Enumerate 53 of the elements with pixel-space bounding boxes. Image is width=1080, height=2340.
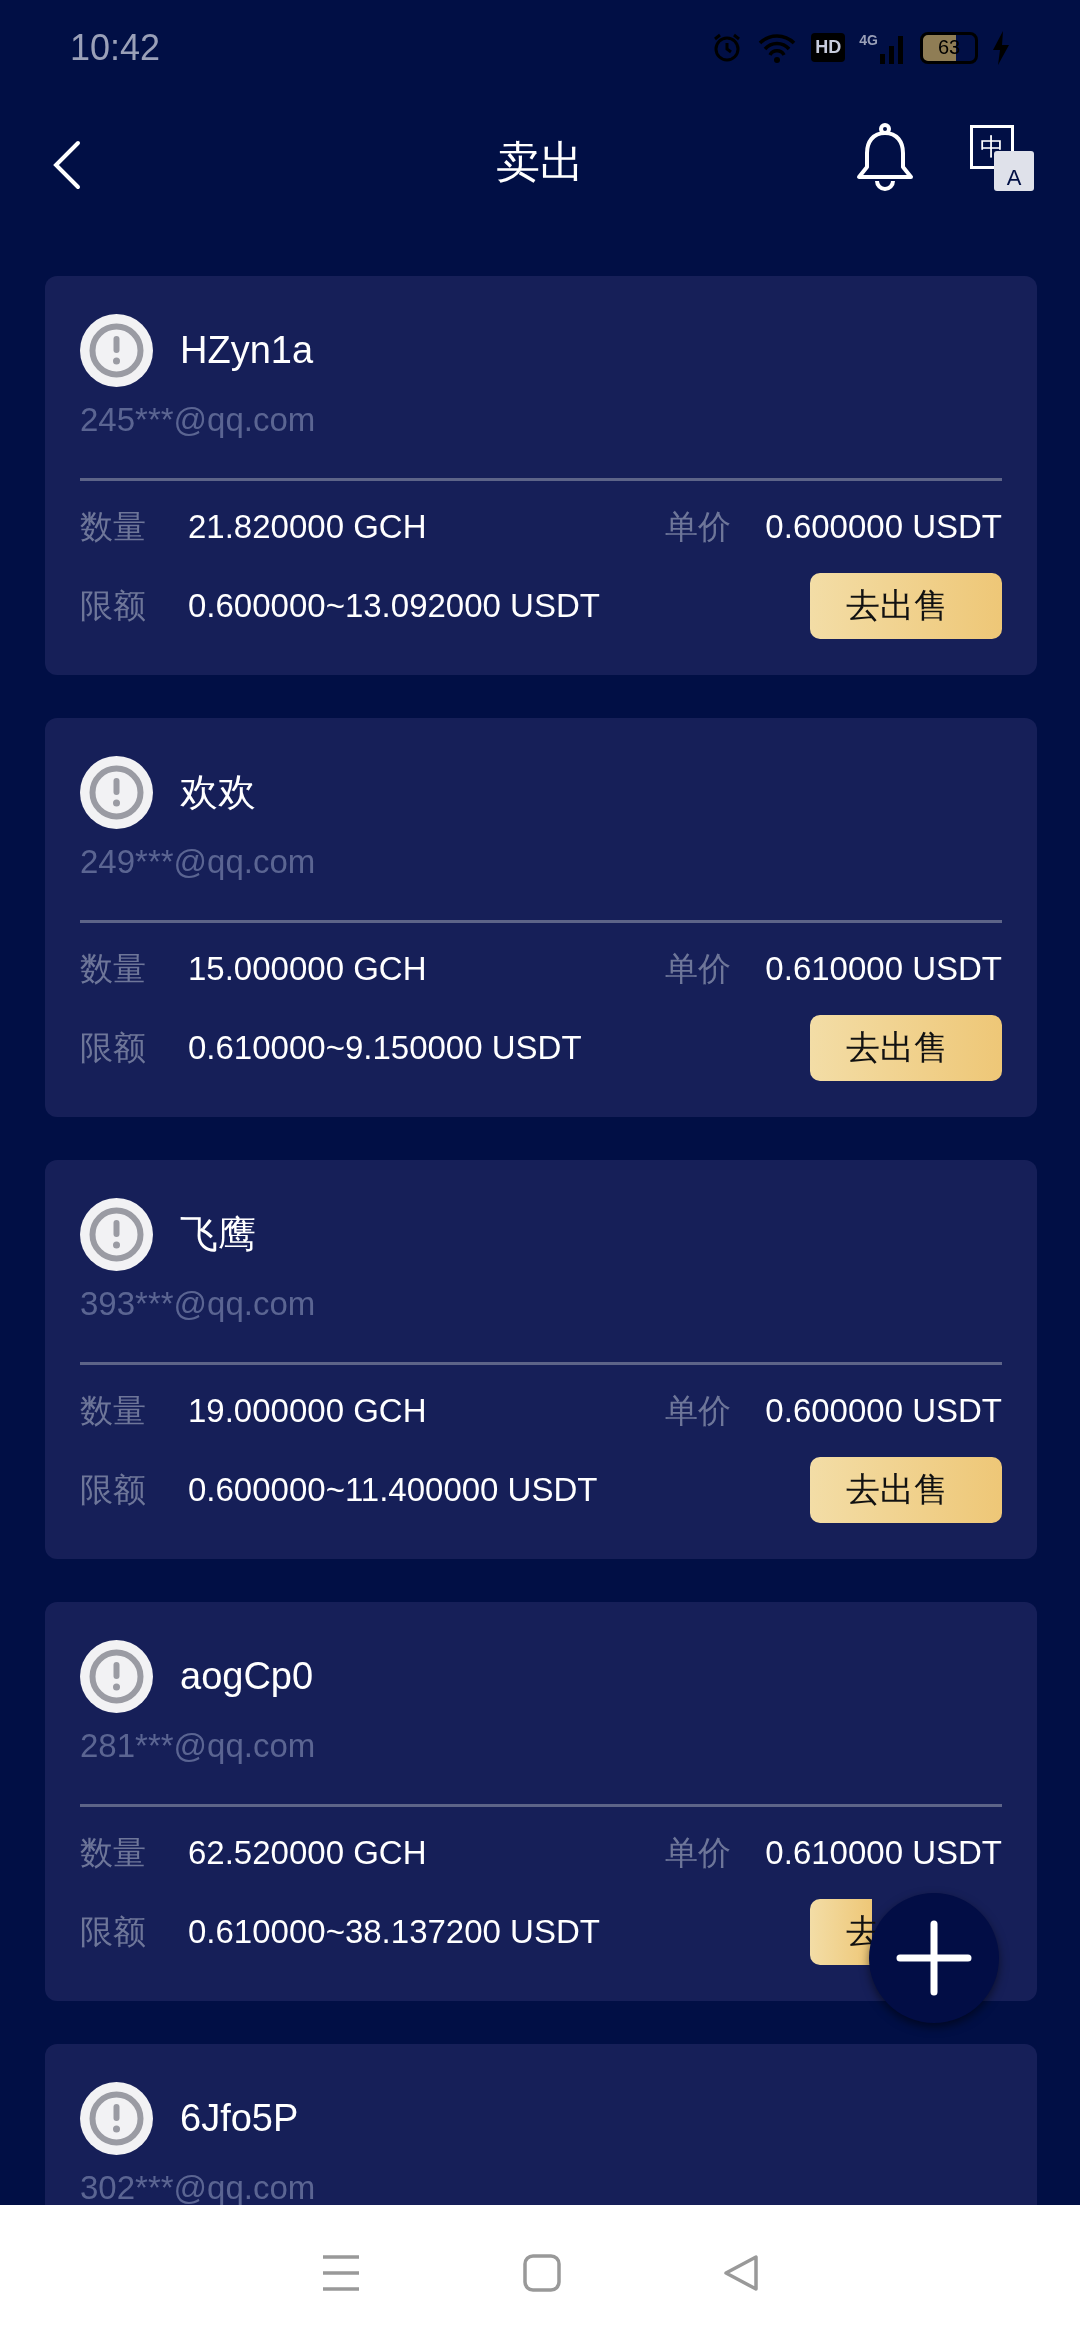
price-value: 0.610000 USDT (765, 950, 1002, 988)
price-label: 单价 (665, 1390, 732, 1431)
status-time: 10:42 (70, 26, 161, 69)
user-name: 6Jfo5P (180, 2097, 299, 2140)
home-icon[interactable] (523, 2253, 561, 2292)
limit-label: 限额 (80, 1469, 147, 1510)
plus-icon (896, 1920, 972, 1996)
user-email: 393***@qq.com (80, 1284, 317, 1324)
quantity-value: 15.000000 GCH (188, 950, 427, 988)
limit-value: 0.610000~38.137200 USDT (188, 1913, 601, 1951)
quantity-label: 数量 (80, 1832, 147, 1873)
user-email: 281***@qq.com (80, 1726, 317, 1766)
sell-button[interactable]: 去出售 (810, 1015, 1002, 1081)
back-icon[interactable] (52, 140, 82, 190)
quantity-value: 21.820000 GCH (188, 508, 427, 546)
menu-icon[interactable] (321, 2253, 361, 2292)
page-title: 卖出 (496, 136, 584, 188)
price-value: 0.610000 USDT (765, 1834, 1002, 1872)
back-nav-icon[interactable] (723, 2253, 759, 2292)
warning-icon (80, 314, 153, 387)
price-value: 0.600000 USDT (765, 1392, 1002, 1430)
warning-icon (80, 1640, 153, 1713)
sell-button[interactable]: 去出售 (810, 573, 1002, 639)
network-label: 4G (859, 31, 878, 48)
limit-value: 0.610000~9.150000 USDT (188, 1029, 583, 1067)
sell-button[interactable]: 去出售 (810, 1457, 1002, 1523)
quantity-value: 19.000000 GCH (188, 1392, 427, 1430)
limit-label: 限额 (80, 1911, 147, 1952)
limit-value: 0.600000~13.092000 USDT (188, 587, 601, 625)
language-button[interactable]: 中 A (970, 125, 1038, 193)
wifi-icon (757, 31, 798, 64)
price-label: 单价 (665, 948, 732, 989)
hd-badge: HD (811, 33, 846, 62)
limit-label: 限额 (80, 585, 147, 626)
price-label: 单价 (665, 1832, 732, 1873)
limit-value: 0.600000~11.400000 USDT (188, 1471, 599, 1509)
quantity-value: 62.520000 GCH (188, 1834, 427, 1872)
user-name: 飞鹰 (180, 1212, 256, 1257)
user-name: 欢欢 (180, 770, 256, 815)
quantity-label: 数量 (80, 948, 147, 989)
charging-icon (992, 30, 1010, 65)
user-email: 249***@qq.com (80, 842, 317, 882)
user-name: aogCp0 (180, 1655, 314, 1698)
quantity-label: 数量 (80, 1390, 147, 1431)
price-value: 0.600000 USDT (765, 508, 1002, 546)
user-name: HZyn1a (180, 329, 314, 372)
price-label: 单价 (665, 506, 732, 547)
limit-label: 限额 (80, 1027, 147, 1068)
warning-icon (80, 1198, 153, 1271)
warning-icon (80, 2082, 153, 2155)
warning-icon (80, 756, 153, 829)
quantity-label: 数量 (80, 506, 147, 547)
user-email: 245***@qq.com (80, 400, 317, 440)
